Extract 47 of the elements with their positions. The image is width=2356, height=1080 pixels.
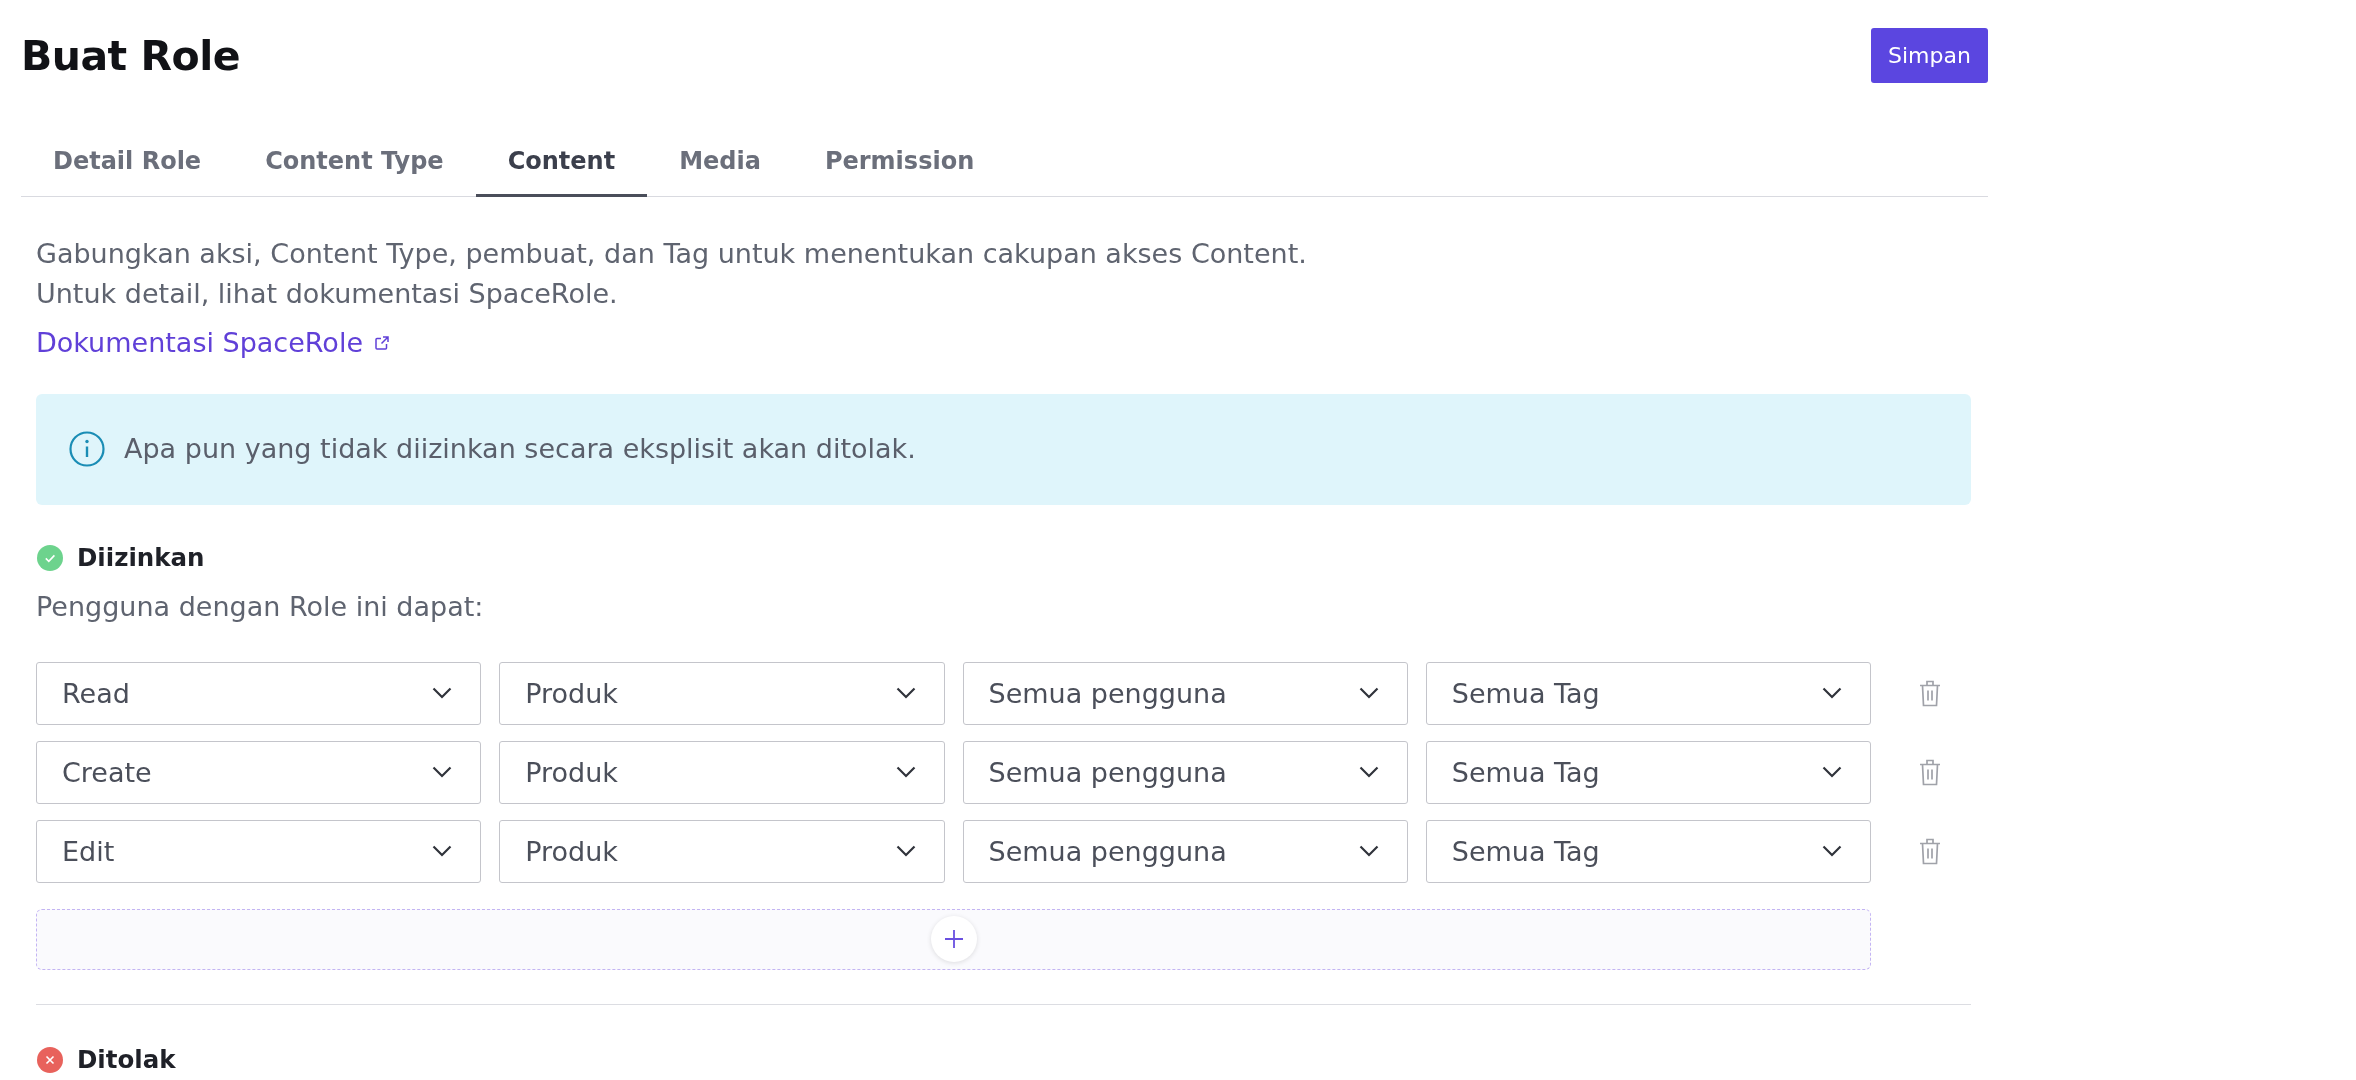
notice-text: Apa pun yang tidak diizinkan secara eksplisit akan ditolak. <box>124 432 916 466</box>
dropdown-field[interactable]: Semua Tag <box>1425 819 1871 883</box>
external-link-icon <box>375 335 389 350</box>
check-circle-icon <box>37 544 63 571</box>
chevron-down-icon <box>895 766 916 778</box>
chevron-down-icon <box>1358 845 1379 857</box>
tab[interactable]: Permission <box>792 131 1007 197</box>
dropdown-field[interactable]: Read <box>36 661 482 725</box>
dropdown-field[interactable]: Semua Tag <box>1425 661 1871 725</box>
tab[interactable]: Detail Role <box>21 131 234 197</box>
dropdown-field[interactable]: Produk <box>499 819 945 883</box>
tab[interactable]: Media <box>647 131 793 197</box>
chevron-down-icon <box>895 687 916 699</box>
trash-icon <box>1919 679 1941 707</box>
dropdown-field[interactable]: Semua pengguna <box>962 661 1408 725</box>
chevron-down-icon <box>1358 766 1379 778</box>
chevron-down-icon <box>432 687 453 699</box>
info-icon <box>69 431 105 467</box>
dropdown-field[interactable]: Semua pengguna <box>962 740 1408 804</box>
dropdown-field[interactable]: Produk <box>499 740 945 804</box>
dropdown-field[interactable]: Edit <box>36 819 482 883</box>
chevron-down-icon <box>1822 766 1842 778</box>
chevron-down-icon <box>1822 687 1842 699</box>
x-circle-icon <box>37 1046 63 1073</box>
tab[interactable]: Content Type <box>233 131 476 197</box>
section-subtitle: Pengguna dengan Role ini dapat: <box>36 589 485 624</box>
dropdown-field[interactable]: Produk <box>499 661 945 725</box>
documentation-link[interactable]: Dokumentasi SpaceRole <box>36 322 389 363</box>
chevron-down-icon <box>432 845 453 857</box>
dropdown-field[interactable]: Create <box>36 740 482 804</box>
section-title: Ditolak <box>77 1043 176 1076</box>
add-button[interactable] <box>930 916 977 962</box>
dropdown-field[interactable]: Semua Tag <box>1425 740 1871 804</box>
chevron-down-icon <box>1358 687 1379 699</box>
dropdown-field[interactable]: Semua pengguna <box>962 819 1408 883</box>
chevron-down-icon <box>432 766 453 778</box>
trash-icon <box>1919 837 1941 865</box>
description-text: Gabungkan aksi, Content Type, pembuat, dan Tag untuk menentukan cakupan akses Content. <box>36 236 1308 271</box>
plus-icon <box>944 930 963 948</box>
trash-icon <box>1919 758 1941 786</box>
tab[interactable]: Content <box>475 131 648 197</box>
save-button[interactable]: Simpan <box>1871 28 1988 83</box>
page-title: Buat Role <box>21 30 241 81</box>
description-text: Untuk detail, lihat dokumentasi SpaceRole. <box>36 276 619 311</box>
chevron-down-icon <box>895 845 916 857</box>
section-title: Diizinkan <box>77 541 205 574</box>
chevron-down-icon <box>1822 845 1842 857</box>
